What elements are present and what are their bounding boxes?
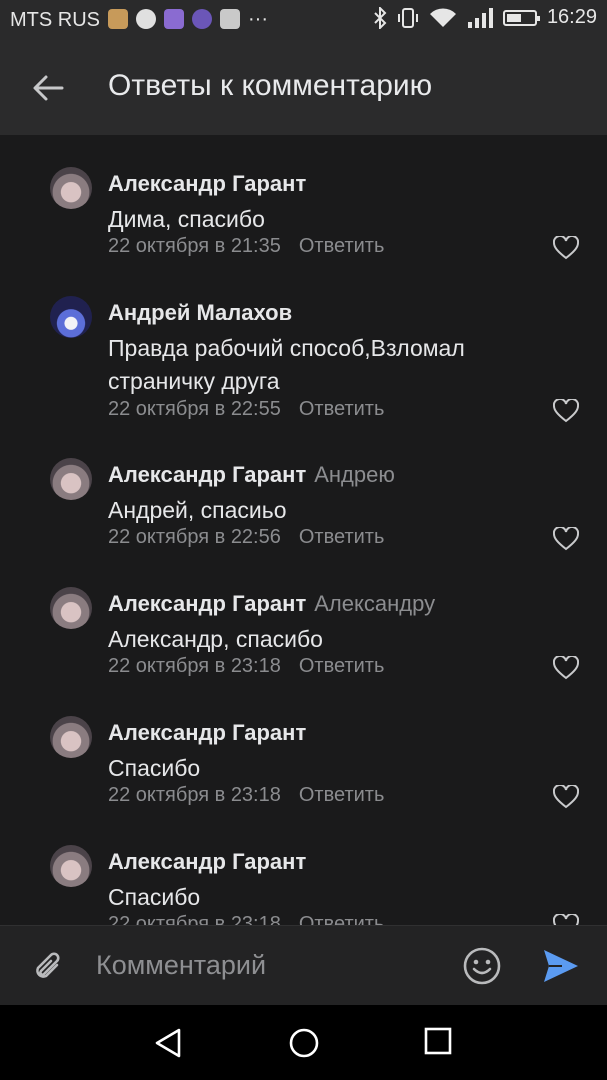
comment-date: 22 октября в 23:18: [108, 784, 281, 806]
avatar[interactable]: [50, 458, 92, 500]
send-icon[interactable]: [542, 948, 580, 984]
nav-home-icon[interactable]: [288, 1027, 320, 1059]
comment-date: 22 октября в 21:35: [108, 235, 281, 257]
comment-date: 22 октября в 23:18: [108, 655, 281, 677]
comment-text: Александр, спасибо: [108, 626, 323, 652]
bluetooth-icon: [374, 6, 387, 29]
reply-to-name: Андрею: [314, 462, 395, 487]
comment-author[interactable]: Александр Гарант: [108, 462, 306, 487]
nav-recents-icon[interactable]: [424, 1027, 452, 1055]
avatar[interactable]: [50, 296, 92, 338]
viber-icon: [164, 9, 184, 29]
avatar[interactable]: [50, 587, 92, 629]
comment-input[interactable]: Комментарий: [96, 950, 266, 981]
back-arrow-icon[interactable]: [30, 70, 66, 106]
wifi-icon: [429, 7, 456, 27]
comment-date: 22 октября в 22:55: [108, 398, 281, 420]
comment-text: Спасибо: [108, 755, 201, 781]
battery-icon: [502, 9, 540, 26]
reply-button[interactable]: Ответить: [299, 526, 385, 548]
avatar[interactable]: [50, 167, 92, 209]
reply-button[interactable]: Ответить: [299, 913, 385, 925]
comment-date: 22 октября в 23:18: [108, 913, 281, 925]
comment-list[interactable]: Александр Гарант Дима, спасибо 22 октябр…: [0, 135, 607, 925]
vibrate-icon: [397, 7, 418, 28]
reply-to-name: Александру: [314, 591, 436, 616]
reply-button[interactable]: Ответить: [299, 784, 385, 806]
comment-author[interactable]: Александр Гарант: [108, 591, 306, 616]
notification-icons: ···: [108, 9, 268, 29]
comment-text: Правда рабочий способ,Взломал страничку …: [108, 335, 465, 394]
page-title: Ответы к комментарию: [108, 69, 433, 102]
like-heart-icon[interactable]: [553, 236, 579, 260]
like-heart-icon[interactable]: [553, 785, 579, 809]
comment-text: Спасибо: [108, 884, 201, 910]
comment-author[interactable]: Александр Гарант: [108, 171, 306, 196]
like-heart-icon[interactable]: [553, 399, 579, 423]
signal-icon: [467, 7, 493, 28]
nav-back-icon[interactable]: [153, 1027, 183, 1059]
paperclip-icon[interactable]: [30, 948, 66, 984]
comment-composer: Комментарий: [0, 925, 607, 1006]
app-icon: [192, 9, 212, 29]
comment-date: 22 октября в 22:56: [108, 526, 281, 548]
clock: 16:29: [546, 6, 597, 28]
reply-button[interactable]: Ответить: [299, 235, 385, 257]
carrier-name: MTS RUS: [10, 9, 100, 31]
comment-author[interactable]: Александр Гарант: [108, 849, 306, 874]
gmail-icon: [220, 9, 240, 29]
system-nav-bar: [0, 1005, 607, 1080]
avatar[interactable]: [50, 845, 92, 887]
reply-button[interactable]: Ответить: [299, 655, 385, 677]
like-heart-icon[interactable]: [553, 656, 579, 680]
reply-button[interactable]: Ответить: [299, 398, 385, 420]
gallery-icon: [108, 9, 128, 29]
google-icon: [136, 9, 156, 29]
comment-author[interactable]: Андрей Малахов: [108, 300, 292, 325]
status-bar: MTS RUS ··· 16:29: [0, 0, 607, 40]
like-heart-icon[interactable]: [553, 527, 579, 551]
comment-author[interactable]: Александр Гарант: [108, 720, 306, 745]
comment-text: Андрей, спасиьо: [108, 497, 287, 523]
like-heart-icon[interactable]: [553, 914, 579, 925]
more-icon: ···: [248, 8, 268, 30]
avatar[interactable]: [50, 716, 92, 758]
app-bar: Ответы к комментарию: [0, 40, 607, 135]
comment-text: Дима, спасибо: [108, 206, 265, 232]
emoji-icon[interactable]: [462, 946, 502, 986]
